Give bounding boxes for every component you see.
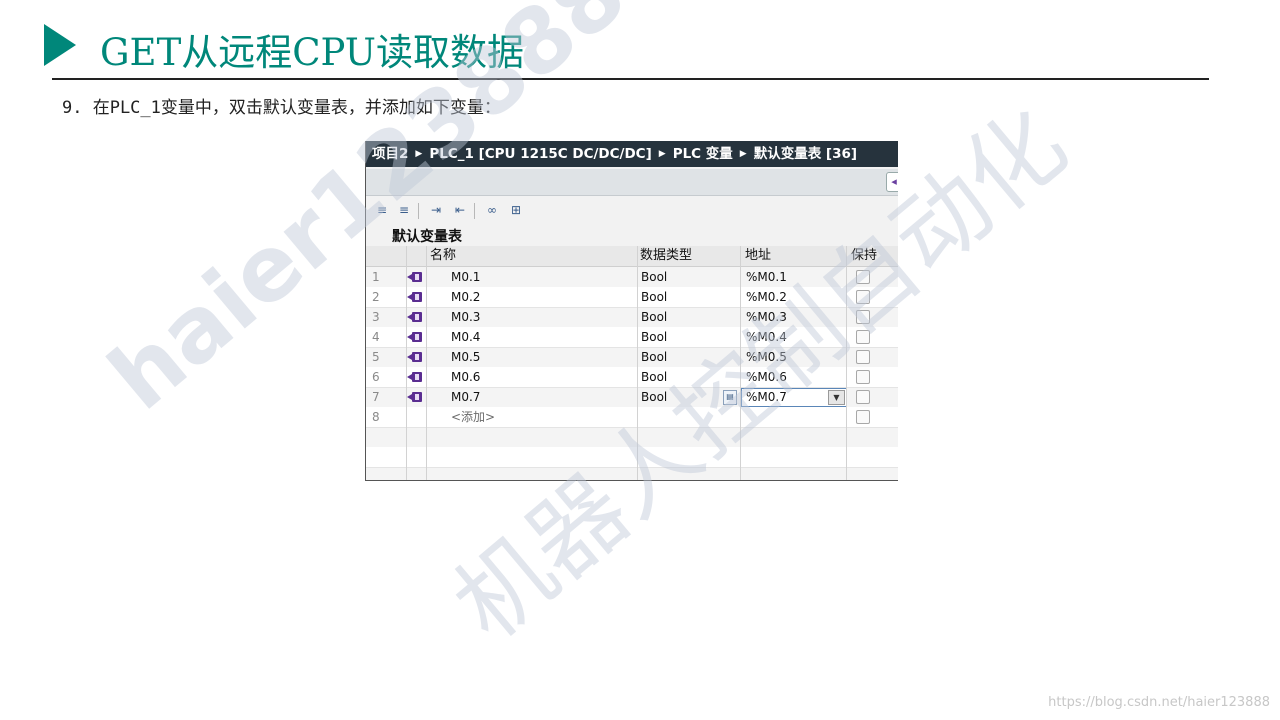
tag-table-title: 默认变量表 <box>392 229 462 245</box>
retain-checkbox[interactable] <box>856 410 870 424</box>
column-divider <box>637 246 638 480</box>
monitor-icon[interactable]: ∞ <box>484 202 500 218</box>
breadcrumb-default-tag-table[interactable]: 默认变量表 [36] <box>754 141 857 167</box>
row-number: 3 <box>372 310 380 324</box>
tag-data-type[interactable]: Bool <box>641 387 667 407</box>
retain-checkbox[interactable] <box>856 350 870 364</box>
tag-name[interactable]: M0.4 <box>451 327 480 347</box>
slide-title: GET从远程CPU读取数据 <box>100 31 524 74</box>
toolbar-divider <box>418 203 419 219</box>
column-divider <box>740 246 741 480</box>
row-number: 1 <box>372 270 380 284</box>
settings-icon[interactable]: ⊞ <box>508 202 524 218</box>
tag-data-type[interactable]: Bool <box>641 367 667 387</box>
row-number: 6 <box>372 370 380 384</box>
import-icon[interactable]: ⇤ <box>452 202 468 218</box>
tag-icon <box>407 272 423 282</box>
tag-address[interactable]: %M0.6 <box>746 367 787 387</box>
tag-address[interactable]: %M0.7 <box>746 387 787 407</box>
tag-name[interactable]: M0.6 <box>451 367 480 387</box>
row-number: 4 <box>372 330 380 344</box>
tag-icon <box>407 312 423 322</box>
breadcrumb: 项目2 ▶ PLC_1 [CPU 1215C DC/DC/DC] ▶ PLC 变量 ▶ 默认… <box>366 141 898 167</box>
tag-icon <box>407 292 423 302</box>
tag-icon <box>407 372 423 382</box>
empty-row <box>366 467 898 480</box>
empty-row <box>366 447 898 468</box>
add-row[interactable]: 8 <添加> <box>366 407 898 428</box>
row-number: 2 <box>372 290 380 304</box>
tag-icon <box>407 332 423 342</box>
empty-row <box>366 427 898 448</box>
tag-data-type[interactable]: Bool <box>641 267 667 287</box>
table-header: 名称 数据类型 地址 保持 <box>366 246 898 267</box>
toolbar-divider <box>474 203 475 219</box>
address-picker-icon[interactable]: ▤ <box>723 390 737 405</box>
tag-address[interactable]: %M0.1 <box>746 267 787 287</box>
table-row[interactable]: 7 M0.7 Bool ▤ ▼ %M0.7 <box>366 387 898 408</box>
insert-row-icon[interactable]: ≡ <box>396 202 412 218</box>
step-instruction: 9. 在PLC_1变量中，双击默认变量表，并添加如下变量： <box>62 98 501 118</box>
column-header-name[interactable]: 名称 <box>430 246 456 266</box>
row-number: 7 <box>372 390 380 404</box>
tag-address[interactable]: %M0.5 <box>746 347 787 367</box>
tag-tab-icon[interactable]: ◂ <box>886 172 898 192</box>
dropdown-arrow-icon[interactable]: ▼ <box>828 390 845 405</box>
breadcrumb-plc-tags[interactable]: PLC 变量 <box>673 141 733 167</box>
table-row[interactable]: 6 M0.6 Bool %M0.6 <box>366 367 898 388</box>
tia-portal-screenshot: 项目2 ▶ PLC_1 [CPU 1215C DC/DC/DC] ▶ PLC 变量 ▶ 默认… <box>365 141 898 481</box>
tag-address[interactable]: %M0.3 <box>746 307 787 327</box>
retain-checkbox[interactable] <box>856 290 870 304</box>
retain-checkbox[interactable] <box>856 330 870 344</box>
tag-address[interactable]: %M0.2 <box>746 287 787 307</box>
tag-data-type[interactable]: Bool <box>641 347 667 367</box>
retain-checkbox[interactable] <box>856 370 870 384</box>
table-row[interactable]: 3 M0.3 Bool %M0.3 <box>366 307 898 328</box>
tag-name[interactable]: M0.7 <box>451 387 480 407</box>
table-row[interactable]: 4 M0.4 Bool %M0.4 <box>366 327 898 348</box>
tag-data-type[interactable]: Bool <box>641 327 667 347</box>
tag-data-type[interactable]: Bool <box>641 287 667 307</box>
tag-name[interactable]: M0.3 <box>451 307 480 327</box>
tag-name[interactable]: M0.5 <box>451 347 480 367</box>
export-icon[interactable]: ⇥ <box>428 202 444 218</box>
tag-address[interactable]: %M0.4 <box>746 327 787 347</box>
editor-tab-strip: ◂ <box>366 169 898 196</box>
column-header-address[interactable]: 地址 <box>745 246 771 266</box>
tag-name[interactable]: M0.1 <box>451 267 480 287</box>
tag-name[interactable]: M0.2 <box>451 287 480 307</box>
footer-url: https://blog.csdn.net/haier123888 <box>1048 695 1270 710</box>
table-row[interactable]: 5 M0.5 Bool %M0.5 <box>366 347 898 368</box>
title-divider <box>52 78 1209 80</box>
tag-data-type[interactable]: Bool <box>641 307 667 327</box>
chevron-right-icon: ▶ <box>739 149 747 159</box>
tag-table-toolbar: ≡ ≡ ⇥ ⇤ ∞ ⊞ <box>366 198 898 224</box>
add-row-icon[interactable]: ≡ <box>374 202 390 218</box>
row-number: 8 <box>372 410 380 424</box>
tag-icon <box>407 352 423 362</box>
column-divider <box>426 246 427 480</box>
breadcrumb-project[interactable]: 项目2 <box>372 141 408 167</box>
retain-checkbox[interactable] <box>856 310 870 324</box>
title-arrow-icon <box>44 24 76 66</box>
column-divider <box>846 246 847 480</box>
breadcrumb-plc[interactable]: PLC_1 [CPU 1215C DC/DC/DC] <box>429 141 651 167</box>
tag-table-grid: 名称 数据类型 地址 保持 1 M0.1 Bool %M0.1 2 M0.2 Bool %M0… <box>366 246 898 480</box>
chevron-right-icon: ▶ <box>415 149 423 159</box>
chevron-right-icon: ▶ <box>658 149 666 159</box>
table-row[interactable]: 1 M0.1 Bool %M0.1 <box>366 267 898 288</box>
column-header-dtype[interactable]: 数据类型 <box>640 246 692 266</box>
retain-checkbox[interactable] <box>856 390 870 404</box>
add-new-tag[interactable]: <添加> <box>451 407 495 427</box>
column-header-retain[interactable]: 保持 <box>851 246 877 266</box>
tag-icon <box>407 392 423 402</box>
retain-checkbox[interactable] <box>856 270 870 284</box>
column-divider <box>406 246 407 480</box>
table-row[interactable]: 2 M0.2 Bool %M0.2 <box>366 287 898 308</box>
row-number: 5 <box>372 350 380 364</box>
